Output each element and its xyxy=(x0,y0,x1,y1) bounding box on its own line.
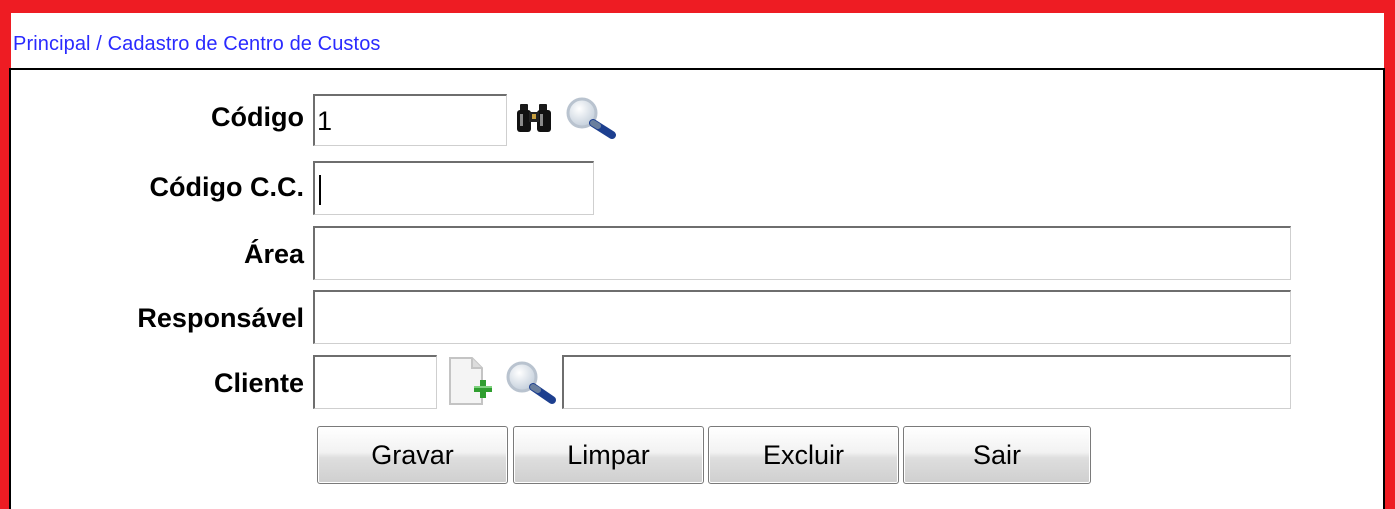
sair-button[interactable]: Sair xyxy=(903,426,1091,484)
codigo-cc-label: Código C.C. xyxy=(149,172,304,202)
area-label: Área xyxy=(243,239,304,269)
gravar-button[interactable]: Gravar xyxy=(317,426,508,484)
codigo-label: Código xyxy=(211,102,304,132)
codigo-cc-input[interactable] xyxy=(313,161,594,215)
magnifier-icon[interactable] xyxy=(562,94,618,140)
breadcrumb[interactable]: Principal / Cadastro de Centro de Custos xyxy=(13,33,381,56)
cliente-name-input[interactable] xyxy=(562,355,1291,409)
excluir-button[interactable]: Excluir xyxy=(708,426,899,484)
binoculars-icon[interactable] xyxy=(515,100,555,136)
codigo-input[interactable]: 1 xyxy=(313,94,507,146)
area-input[interactable] xyxy=(313,226,1291,280)
text-caret xyxy=(319,175,321,205)
add-document-icon[interactable] xyxy=(446,356,496,408)
limpar-button[interactable]: Limpar xyxy=(513,426,704,484)
cliente-magnifier-icon[interactable] xyxy=(502,358,558,406)
cliente-label: Cliente xyxy=(213,368,304,398)
responsavel-input[interactable] xyxy=(313,290,1291,344)
cliente-code-input[interactable] xyxy=(313,355,437,409)
responsavel-label: Responsável xyxy=(137,303,304,333)
